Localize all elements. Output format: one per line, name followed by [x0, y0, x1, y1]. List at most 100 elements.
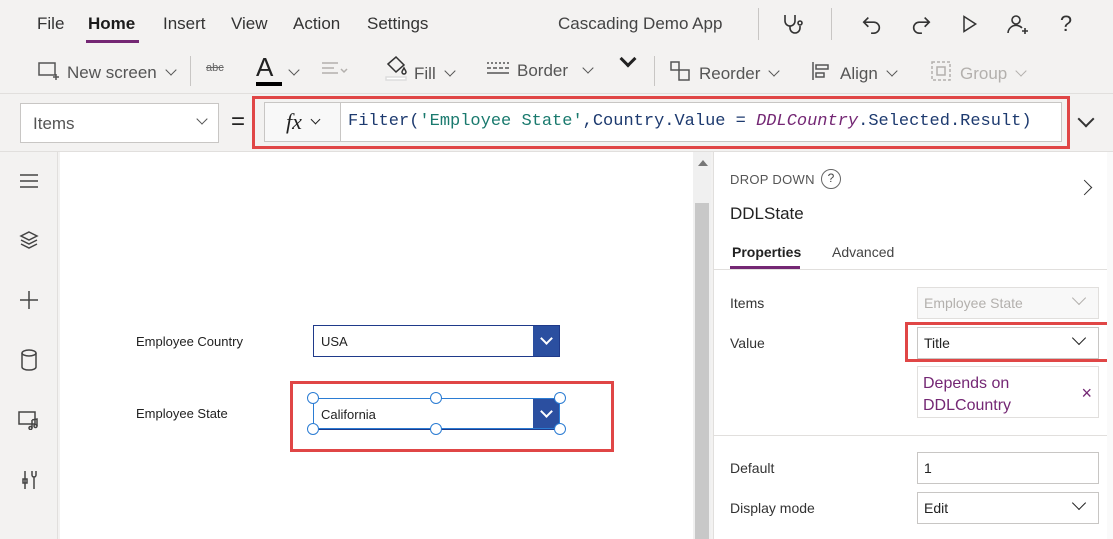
redo-icon[interactable] [906, 9, 936, 39]
value-selected-value: Title [924, 335, 950, 351]
media-icon[interactable] [14, 405, 44, 435]
employee-country-label: Employee Country [136, 334, 243, 349]
fill-label: Fill [414, 63, 436, 83]
property-dropdown[interactable]: Items [20, 103, 219, 143]
panel-divider [713, 435, 1113, 436]
group-icon [930, 60, 954, 87]
formula-control-ref: DDLCountry [756, 112, 859, 131]
tab-advanced[interactable]: Advanced [832, 244, 894, 260]
advanced-tools-icon[interactable] [14, 465, 44, 495]
canvas-scroll-thumb[interactable] [695, 203, 709, 539]
depends-on-box: Depends on DDLCountry × [917, 366, 1099, 418]
fx-button[interactable]: fx [265, 103, 341, 141]
chevron-down-icon [582, 62, 594, 74]
help-button[interactable]: ? [1051, 9, 1081, 39]
panel-divider [713, 269, 1113, 270]
stethoscope-icon[interactable] [777, 9, 807, 39]
menu-settings[interactable]: Settings [367, 14, 428, 34]
resize-handle-top[interactable] [430, 392, 442, 404]
menu-file[interactable]: File [37, 14, 64, 34]
property-selected-value: Items [33, 114, 75, 133]
toolbar-divider [190, 56, 191, 86]
new-screen-label: New screen [67, 62, 157, 82]
formula-string: 'Employee State' [419, 112, 583, 131]
border-button[interactable]: Border [485, 60, 594, 81]
chevron-down-icon [1015, 65, 1027, 77]
font-color-icon: A [256, 52, 282, 86]
layers-icon[interactable] [14, 225, 44, 255]
chevron-down-icon [1071, 495, 1087, 511]
group-label: Group [960, 63, 1008, 83]
country-dropdown[interactable]: USA [313, 325, 560, 357]
resize-handle-bottom-left[interactable] [307, 423, 319, 435]
chevron-down-icon [444, 64, 456, 77]
resize-handle-top-left[interactable] [307, 392, 319, 404]
new-screen-button[interactable]: New screen [37, 60, 177, 85]
left-rail [0, 152, 58, 539]
chevron-down-icon [886, 65, 898, 77]
display-mode-label: Display mode [730, 500, 815, 516]
strikethrough-button[interactable]: abc [206, 62, 224, 74]
resize-handle-top-right[interactable] [554, 392, 566, 404]
country-selected-value: USA [321, 334, 348, 349]
chevron-down-icon [165, 64, 177, 76]
paint-bucket-icon [384, 54, 408, 87]
add-icon[interactable] [14, 285, 44, 315]
reorder-button[interactable]: Reorder [669, 60, 781, 87]
reorder-icon [669, 60, 693, 87]
panel-scrollbar[interactable] [1107, 152, 1113, 539]
align-icon [810, 60, 834, 87]
resize-handle-bottom-right[interactable] [554, 423, 566, 435]
add-user-icon[interactable] [1003, 9, 1033, 39]
value-dropdown[interactable]: Title [917, 327, 1099, 359]
chevron-down-icon [768, 65, 781, 77]
formula-comparison: ,Country.Value = [582, 112, 757, 131]
hamburger-menu-icon[interactable] [14, 166, 44, 196]
resize-handle-bottom[interactable] [430, 423, 442, 435]
font-color-glyph: A [256, 52, 274, 82]
default-input[interactable]: 1 [917, 452, 1099, 484]
chevron-down-icon [288, 64, 300, 76]
formula-input[interactable]: fx Filter('Employee State',Country.Value… [264, 102, 1062, 142]
formula-property-ref: .Selected.Result) [858, 112, 1032, 131]
formula-text: Filter('Employee State',Country.Value = … [348, 112, 1032, 131]
items-dropdown[interactable]: Employee State [917, 287, 1099, 319]
app-title: Cascading Demo App [558, 14, 723, 33]
control-name: DDLState [730, 204, 804, 223]
more-commands-button[interactable] [618, 50, 637, 68]
chevron-right-icon[interactable] [1075, 179, 1093, 198]
menu-insert[interactable]: Insert [163, 14, 206, 34]
display-mode-dropdown[interactable]: Edit [917, 492, 1099, 524]
chevron-down-icon[interactable] [533, 326, 559, 356]
scroll-up-arrow-icon[interactable] [698, 160, 708, 166]
tab-properties[interactable]: Properties [732, 244, 801, 260]
menu-action[interactable]: Action [293, 14, 340, 34]
equals-sign: = [231, 108, 246, 135]
help-icon[interactable]: ? [821, 169, 841, 189]
chevron-down-glyph [539, 332, 553, 345]
menu-divider [831, 8, 832, 40]
font-color-button[interactable]: A [256, 52, 300, 86]
group-button[interactable]: Group [930, 60, 1027, 87]
fill-button[interactable]: Fill [384, 54, 456, 87]
value-label: Value [730, 335, 765, 351]
align-button[interactable]: Align [810, 60, 898, 87]
control-type-label: DROP DOWN [730, 172, 815, 187]
default-label: Default [730, 460, 775, 476]
formula-bar: Items = fx Filter('Employee State',Count… [0, 94, 1113, 152]
active-menu-indicator [86, 40, 139, 43]
menu-bar: File Home Insert View Action Settings Ca… [0, 0, 1113, 48]
chevron-down-icon [196, 113, 208, 125]
align-label: Align [840, 63, 878, 83]
play-icon[interactable] [954, 9, 984, 39]
text-align-icon [320, 60, 348, 83]
close-icon[interactable]: × [1081, 382, 1092, 404]
items-selected-value: Employee State [924, 295, 1023, 311]
expand-formula-button[interactable] [1076, 110, 1102, 134]
text-align-button[interactable] [320, 60, 348, 83]
undo-icon[interactable] [857, 9, 887, 39]
menu-home[interactable]: Home [88, 14, 135, 34]
toolbar-divider [654, 56, 655, 86]
menu-view[interactable]: View [231, 14, 268, 34]
data-icon[interactable] [14, 345, 44, 375]
